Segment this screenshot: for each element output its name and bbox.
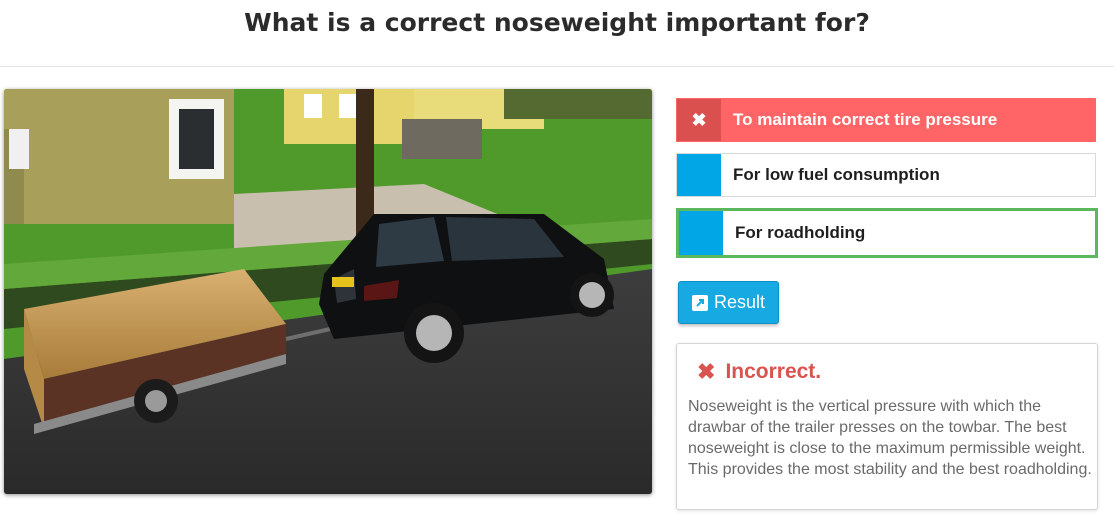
- answer-option-3-label: For roadholding: [735, 223, 866, 242]
- incorrect-icon: ✖: [697, 359, 716, 384]
- result-button[interactable]: Result: [678, 281, 779, 324]
- answer-option-3[interactable]: For roadholding: [676, 208, 1098, 258]
- answer-option-2-marker: [677, 154, 721, 196]
- answer-option-3-marker: [679, 211, 723, 255]
- answer-option-2[interactable]: For low fuel consumption: [676, 153, 1096, 197]
- header-divider: [0, 66, 1114, 67]
- external-link-icon: [691, 294, 708, 311]
- feedback-panel: ✖ Incorrect. Noseweight is the vertical …: [676, 343, 1098, 510]
- result-button-label: Result: [713, 292, 766, 312]
- feedback-verdict: Incorrect.: [725, 360, 822, 383]
- question-illustration: [4, 89, 652, 494]
- feedback-explanation: Noseweight is the vertical pressure with…: [688, 398, 1092, 478]
- answer-option-1[interactable]: ✖ To maintain correct tire pressure: [676, 98, 1096, 142]
- question-title: What is a correct noseweight important f…: [244, 8, 870, 37]
- answer-option-2-label: For low fuel consumption: [733, 165, 940, 184]
- close-icon: ✖: [677, 99, 721, 141]
- answer-option-1-label: To maintain correct tire pressure: [733, 110, 998, 129]
